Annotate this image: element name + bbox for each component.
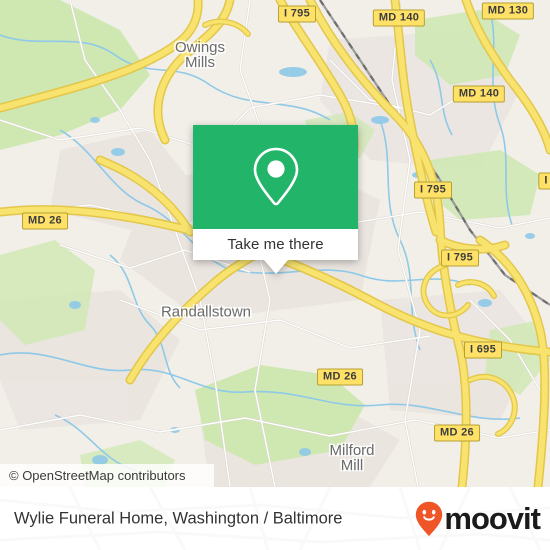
road-shield-md26-mid: MD 26 xyxy=(317,368,363,386)
road-shield-md130: MD 130 xyxy=(481,2,535,20)
road-shield-edge-clipped: I xyxy=(538,172,550,190)
take-me-there-callout[interactable]: Take me there xyxy=(193,125,358,274)
road-shield-md26-west: MD 26 xyxy=(22,212,68,230)
take-me-there-label: Take me there xyxy=(227,236,324,253)
road-shield-i795-north: I 795 xyxy=(278,5,316,23)
map-screenshot: Owings Mills Randallstown Milford Mill I… xyxy=(0,0,550,550)
osm-attribution[interactable]: © OpenStreetMap contributors xyxy=(0,464,214,487)
road-shield-i795-south: I 795 xyxy=(441,249,479,267)
callout-action-panel[interactable]: Take me there xyxy=(193,229,358,260)
road-shield-i695: I 695 xyxy=(464,341,502,359)
road-shield-md140-east: MD 140 xyxy=(452,85,506,103)
road-shield-md140-north: MD 140 xyxy=(372,9,426,27)
map-pin-icon xyxy=(253,147,298,206)
road-shield-i795-mid: I 795 xyxy=(414,181,452,199)
footer-bar: Wylie Funeral Home, Washington / Baltimo… xyxy=(0,487,550,550)
map-canvas[interactable]: Owings Mills Randallstown Milford Mill I… xyxy=(0,0,550,487)
location-title: Wylie Funeral Home, Washington / Baltimo… xyxy=(14,509,343,527)
callout-tail-pointer xyxy=(263,260,288,274)
moovit-wordmark: moovit xyxy=(444,501,541,536)
road-shield-md26-east: MD 26 xyxy=(434,424,480,442)
moovit-logo[interactable]: moovit xyxy=(415,501,541,537)
moovit-smiley-pin-icon xyxy=(416,501,443,536)
callout-icon-panel xyxy=(193,125,358,229)
